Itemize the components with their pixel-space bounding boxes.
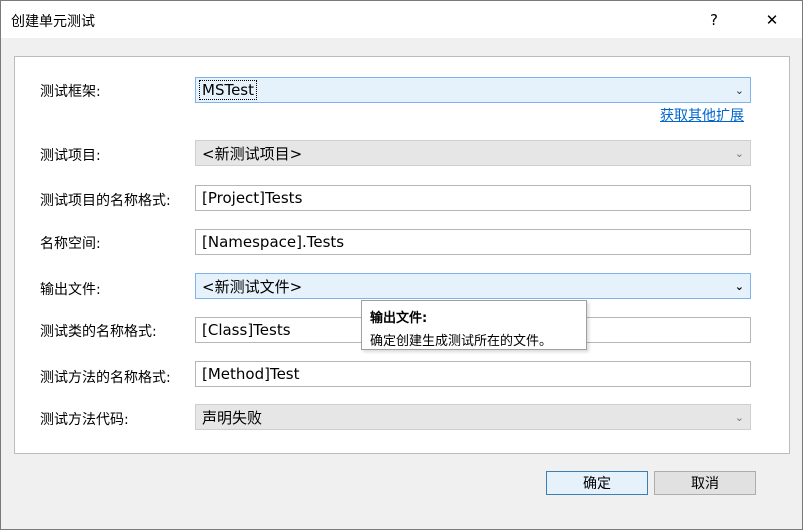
chevron-down-icon: ⌄ bbox=[734, 146, 744, 160]
dialog-title: 创建单元测试 bbox=[11, 14, 95, 30]
chevron-down-icon: ⌄ bbox=[734, 279, 744, 293]
ok-button[interactable]: 确定 bbox=[546, 471, 648, 495]
close-button[interactable]: ✕ bbox=[749, 1, 795, 38]
output-file-label: 输出文件: bbox=[40, 282, 101, 298]
test-framework-label: 测试框架: bbox=[40, 84, 101, 100]
method-code-value: 声明失败 bbox=[202, 408, 263, 427]
tooltip-text: 确定创建生成测试所在的文件。 bbox=[370, 334, 553, 349]
test-project-dropdown[interactable]: <新测试项目> ⌄ bbox=[195, 140, 751, 166]
project-name-format-input[interactable]: [Project]Tests bbox=[195, 185, 751, 211]
help-button[interactable]: ? bbox=[691, 1, 737, 38]
output-file-tooltip: 输出文件: 确定创建生成测试所在的文件。 bbox=[361, 300, 587, 350]
test-framework-dropdown[interactable]: MSTest ⌄ bbox=[195, 77, 751, 103]
test-framework-value: MSTest bbox=[198, 80, 258, 100]
chevron-down-icon: ⌄ bbox=[734, 410, 744, 424]
get-more-extensions-link[interactable]: 获取其他扩展 bbox=[660, 105, 744, 125]
output-file-dropdown[interactable]: <新测试文件> ⌄ bbox=[195, 273, 751, 299]
namespace-input[interactable]: [Namespace].Tests bbox=[195, 229, 751, 255]
settings-panel: 测试框架: MSTest ⌄ 获取其他扩展 测试项目: <新测试项目> ⌄ 测试… bbox=[14, 56, 790, 454]
method-name-format-label: 测试方法的名称格式: bbox=[40, 370, 171, 386]
create-unit-tests-dialog: 创建单元测试 ? ✕ 测试框架: MSTest ⌄ 获取其他扩展 测试项目: <… bbox=[0, 0, 803, 530]
method-code-dropdown[interactable]: 声明失败 ⌄ bbox=[195, 404, 751, 430]
namespace-label: 名称空间: bbox=[40, 236, 101, 252]
method-code-label: 测试方法代码: bbox=[40, 412, 129, 428]
output-file-value: <新测试文件> bbox=[202, 277, 303, 296]
test-project-value: <新测试项目> bbox=[202, 144, 303, 163]
title-bar: 创建单元测试 ? ✕ bbox=[1, 1, 802, 38]
chevron-down-icon: ⌄ bbox=[734, 83, 744, 97]
test-project-label: 测试项目: bbox=[40, 148, 101, 164]
close-icon: ✕ bbox=[765, 10, 779, 29]
tooltip-title: 输出文件: bbox=[370, 311, 428, 326]
project-name-format-label: 测试项目的名称格式: bbox=[40, 193, 171, 209]
class-name-format-label: 测试类的名称格式: bbox=[40, 324, 157, 340]
cancel-button[interactable]: 取消 bbox=[654, 471, 756, 495]
method-name-format-input[interactable]: [Method]Test bbox=[195, 361, 751, 387]
